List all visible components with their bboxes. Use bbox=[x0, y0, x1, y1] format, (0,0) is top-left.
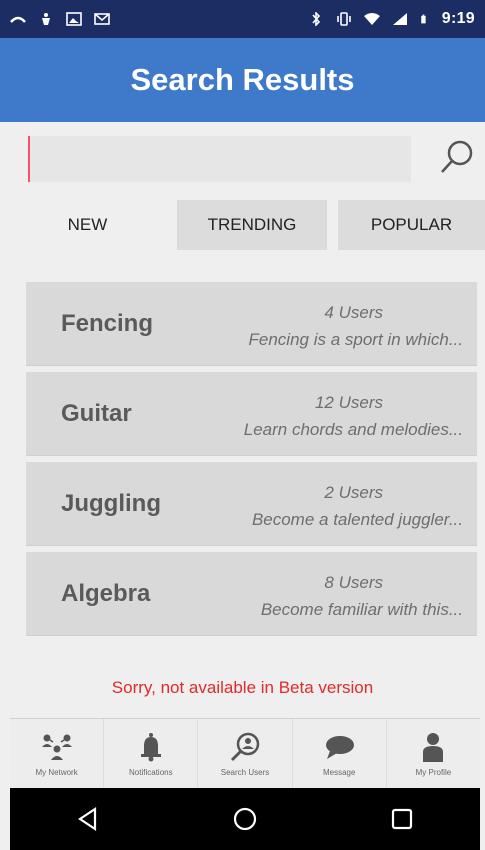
result-description: Fencing is a sport in which... bbox=[248, 330, 463, 349]
search-bar bbox=[28, 136, 483, 182]
result-title: Juggling bbox=[61, 490, 161, 517]
search-icon bbox=[441, 140, 473, 173]
tab-trending-label: TRENDING bbox=[207, 215, 297, 234]
nav-my-profile[interactable]: My Profile bbox=[387, 719, 480, 789]
result-user-count: 12 Users bbox=[314, 393, 383, 412]
tab-new-label: NEW bbox=[67, 215, 108, 234]
nav-label: My Network bbox=[35, 767, 78, 777]
search-button[interactable] bbox=[437, 136, 477, 182]
result-title: Fencing bbox=[61, 310, 154, 337]
result-info: 2 Users Become a talented juggler... bbox=[173, 479, 463, 533]
result-card-juggling[interactable]: Juggling 2 Users Become a talented juggl… bbox=[26, 462, 477, 546]
vibrate-icon bbox=[336, 12, 351, 26]
result-info: 8 Users Become familiar with this... bbox=[173, 569, 463, 623]
back-triangle-icon bbox=[78, 806, 97, 832]
search-user-icon bbox=[230, 732, 260, 761]
vpn-icon bbox=[42, 13, 50, 25]
result-title: Guitar bbox=[61, 400, 132, 427]
network-icon bbox=[41, 734, 72, 760]
system-nav-bar bbox=[10, 788, 480, 850]
nav-message[interactable]: Message bbox=[293, 719, 387, 789]
result-description: Learn chords and melodies... bbox=[243, 420, 463, 439]
wifi-icon bbox=[363, 13, 380, 25]
status-time: 9:19 bbox=[441, 10, 475, 27]
app-bar: Search Results bbox=[0, 38, 485, 122]
battery-icon bbox=[421, 14, 426, 24]
bottom-nav: My Network Notifications Search Users Me… bbox=[10, 718, 480, 789]
chat-bubble-icon bbox=[326, 735, 355, 759]
result-card-algebra[interactable]: Algebra 8 Users Become familiar with thi… bbox=[26, 552, 477, 636]
gmail-icon bbox=[94, 13, 110, 25]
result-title: Algebra bbox=[61, 580, 151, 607]
result-user-count: 2 Users bbox=[324, 483, 383, 502]
result-info: 4 Users Fencing is a sport in which... bbox=[173, 299, 463, 353]
result-card-fencing[interactable]: Fencing 4 Users Fencing is a sport in wh… bbox=[26, 282, 477, 366]
page-title: Search Results bbox=[130, 62, 355, 97]
nav-label: Search Users bbox=[220, 767, 270, 777]
home-circle-icon bbox=[233, 807, 257, 831]
status-right-icons: 9:19 bbox=[308, 10, 475, 28]
result-description: Become a talented juggler... bbox=[251, 510, 463, 529]
signal-icon bbox=[392, 13, 407, 25]
nav-label: Notifications bbox=[129, 767, 173, 777]
back-button[interactable] bbox=[68, 799, 108, 839]
nav-my-network[interactable]: My Network bbox=[10, 719, 105, 789]
beta-notice: Sorry, not available in Beta version bbox=[111, 678, 374, 697]
nav-notifications[interactable]: Notifications bbox=[104, 719, 199, 789]
status-bar: 9:19 bbox=[0, 0, 485, 38]
result-card-guitar[interactable]: Guitar 12 Users Learn chords and melodie… bbox=[26, 372, 477, 456]
tab-popular[interactable]: POPULAR bbox=[338, 200, 485, 250]
status-left-icons bbox=[10, 12, 110, 26]
bluetooth-icon bbox=[312, 12, 320, 26]
result-description: Become familiar with this... bbox=[260, 600, 463, 619]
nav-search-users[interactable]: Search Users bbox=[198, 719, 293, 789]
tab-trending[interactable]: TRENDING bbox=[177, 200, 327, 250]
result-user-count: 4 Users bbox=[324, 303, 383, 322]
nav-label: Message bbox=[322, 767, 356, 777]
recents-button[interactable] bbox=[382, 799, 422, 839]
home-button[interactable] bbox=[225, 799, 265, 839]
profile-icon bbox=[423, 732, 444, 762]
image-icon bbox=[66, 12, 82, 26]
bell-icon bbox=[140, 732, 161, 761]
tab-new[interactable]: NEW bbox=[0, 200, 175, 250]
search-input[interactable] bbox=[28, 136, 411, 182]
recents-square-icon bbox=[391, 808, 412, 830]
tab-popular-label: POPULAR bbox=[370, 215, 453, 234]
nav-label: My Profile bbox=[415, 767, 452, 777]
cast-icon bbox=[10, 16, 26, 23]
tab-bar: NEW TRENDING POPULAR bbox=[0, 200, 485, 250]
result-user-count: 8 Users bbox=[324, 573, 383, 592]
result-info: 12 Users Learn chords and melodies... bbox=[173, 389, 463, 443]
